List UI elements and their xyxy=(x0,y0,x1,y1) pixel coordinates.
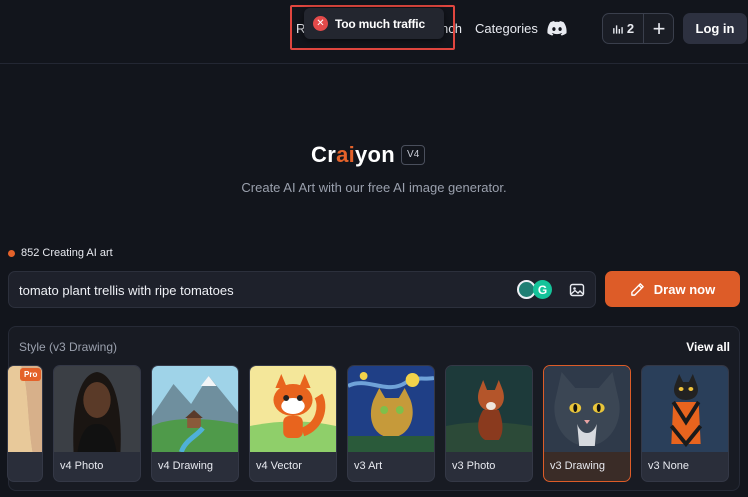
style-thumbnail xyxy=(250,366,336,452)
style-card-v3-photo[interactable]: v3 Photo xyxy=(445,365,533,482)
pro-badge: Pro xyxy=(20,368,42,381)
style-card-v4-photo[interactable]: v4 Photo xyxy=(53,365,141,482)
style-selector-panel: Style (v3 Drawing) View all Pro v4 Photo xyxy=(7,326,740,491)
style-card-v3-none[interactable]: v3 None xyxy=(641,365,729,482)
credit-icon xyxy=(613,24,623,34)
image-upload-icon[interactable] xyxy=(569,282,585,298)
discord-icon[interactable] xyxy=(547,20,567,37)
version-badge: V4 xyxy=(401,145,426,165)
style-card-v4-drawing[interactable]: v4 Drawing xyxy=(151,365,239,482)
style-card-label: v3 None xyxy=(648,460,689,472)
style-card-v3-art[interactable]: v3 Art xyxy=(347,365,435,482)
prompt-input[interactable]: tomato plant trellis with ripe tomatoes … xyxy=(8,271,596,308)
logo-text: Craiyon xyxy=(311,142,396,167)
style-card-pro[interactable]: Pro xyxy=(7,365,43,482)
style-card-label: v4 Photo xyxy=(60,460,104,472)
style-card-label: v4 Drawing xyxy=(158,460,214,472)
style-card-label: v4 Vector xyxy=(256,460,302,472)
draw-now-label: Draw now xyxy=(653,281,716,297)
style-thumbnail xyxy=(54,366,140,452)
logo[interactable]: Craiyon V4 xyxy=(311,140,426,170)
style-card-label: v3 Art xyxy=(354,460,383,472)
activity-status: 852 Creating AI art xyxy=(8,247,113,259)
style-thumbnail xyxy=(642,366,728,452)
activity-status-text: 852 Creating AI art xyxy=(21,247,113,259)
pencil-icon xyxy=(630,282,644,296)
page-subtitle: Create AI Art with our free AI image gen… xyxy=(241,180,507,195)
toast-message: Too much traffic xyxy=(335,16,425,31)
prompt-input-value: tomato plant trellis with ripe tomatoes xyxy=(19,283,234,298)
error-icon: ✕ xyxy=(313,16,328,31)
style-thumbnail xyxy=(446,366,532,452)
style-thumbnail xyxy=(348,366,434,452)
style-thumbnail xyxy=(544,366,630,452)
nav-link-categories[interactable]: Categories xyxy=(475,21,538,36)
credits-count: 2 xyxy=(626,21,635,36)
credits-widget: 2 + xyxy=(602,13,674,44)
live-dot-icon xyxy=(8,249,15,257)
credits-counter[interactable]: 2 xyxy=(603,14,644,43)
view-all-styles-link[interactable]: View all xyxy=(686,340,730,354)
style-card-label: v3 Drawing xyxy=(550,460,606,472)
draw-now-button[interactable]: Draw now xyxy=(605,271,740,307)
error-toast: ✕ Too much traffic xyxy=(304,8,444,39)
style-card-v4-vector[interactable]: v4 Vector xyxy=(249,365,337,482)
add-credits-button[interactable]: + xyxy=(644,14,674,43)
style-card-label: v3 Photo xyxy=(452,460,496,472)
style-selector-title: Style (v3 Drawing) xyxy=(19,340,118,354)
login-button[interactable]: Log in xyxy=(683,13,747,44)
style-card-v3-drawing[interactable]: v3 Drawing xyxy=(543,365,631,482)
grammarly-icon[interactable]: G xyxy=(533,280,552,299)
style-thumbnail xyxy=(152,366,238,452)
